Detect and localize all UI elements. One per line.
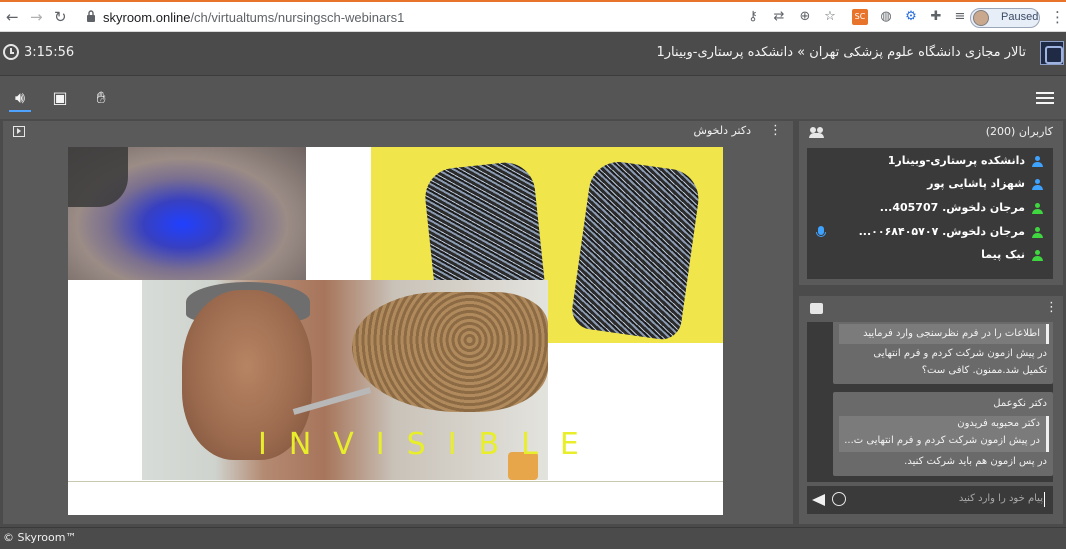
- speaker-active-indicator: [9, 110, 31, 112]
- users-icon: [809, 127, 825, 138]
- chat-message: اطلاعات را در فرم نظرسنجی وارد فرمایید د…: [833, 322, 1053, 384]
- browser-toolbar: ← → ↻ skyroom.online/ch/virtualtums/nurs…: [0, 2, 1066, 32]
- reload-icon[interactable]: ↻: [54, 8, 67, 26]
- footer: © Skyroom™: [0, 527, 1066, 549]
- raise-hand-icon[interactable]: ✋︎: [91, 88, 111, 108]
- browser-menu-icon[interactable]: ⋮: [1050, 8, 1065, 26]
- quote-text: دکتر محبوبه فریدون: [957, 418, 1040, 429]
- presenter-name: دکتر دلخوش: [693, 124, 751, 137]
- message-text: در پس ازمون هم باید شرکت کنید.: [904, 456, 1047, 467]
- user-name: شهزاد پاشایی پور: [927, 177, 1025, 190]
- back-arrow-icon[interactable]: ←: [6, 8, 19, 26]
- chat-input-bar: پیام خود را وارد کنید: [807, 486, 1053, 514]
- user-name: دانشکده پرستاری-وبینار1: [887, 154, 1025, 167]
- address-bar[interactable]: skyroom.online/ch/virtualtums/nursingsch…: [103, 10, 404, 25]
- extension-sc-icon[interactable]: SC: [852, 9, 868, 25]
- chat-message: دکتر نکوعمل دکتر محبوبه فریدون در پیش از…: [833, 392, 1053, 476]
- avatar: [973, 10, 989, 26]
- url-path: /ch/virtualtums/nursingsch-webinars1: [190, 10, 405, 25]
- message-text: تکمیل شد.ممنون. کافی ست؟: [921, 365, 1047, 376]
- chat-input[interactable]: پیام خود را وارد کنید: [959, 493, 1043, 504]
- bookmark-star-icon[interactable]: ☆: [822, 9, 838, 25]
- user-name: مرجان دلخوش. ۰۰۶۸۴۰۵۷۰۷...: [858, 225, 1025, 238]
- chat-panel: ⋮ اطلاعات را در فرم نظرسنجی وارد فرمایید…: [799, 296, 1063, 524]
- quoted-message: دکتر محبوبه فریدون در پیش ازمون شرکت کرد…: [839, 416, 1049, 452]
- user-name: مرجان دلخوش. 405707...: [879, 201, 1025, 214]
- user-icon: [1032, 250, 1043, 262]
- users-count-header: کاربران (200): [985, 125, 1053, 138]
- copyright: © Skyroom™: [3, 531, 77, 544]
- quote-text: در پیش ازمون شرکت کردم و فرم انتهایی ت..…: [844, 435, 1040, 446]
- forward-arrow-icon[interactable]: →: [30, 8, 43, 26]
- user-name: نیک پیما: [981, 248, 1025, 261]
- list-item[interactable]: دانشکده پرستاری-وبینار1: [807, 151, 1053, 173]
- url-host: skyroom.online: [103, 10, 191, 25]
- key-icon[interactable]: ⚷: [745, 9, 761, 25]
- message-author: دکتر نکوعمل: [993, 398, 1047, 409]
- user-icon: [1032, 179, 1043, 191]
- send-icon[interactable]: [812, 494, 825, 506]
- university-logo: [1040, 41, 1064, 65]
- emoji-icon[interactable]: [832, 492, 846, 506]
- user-icon: [1032, 227, 1043, 239]
- clock-icon: [3, 44, 19, 60]
- list-item[interactable]: مرجان دلخوش. ۰۰۶۸۴۰۵۷۰۷...: [807, 222, 1053, 244]
- slide-divider: [68, 481, 723, 482]
- puzzle-icon[interactable]: ✚: [928, 9, 944, 25]
- app-header: 3:15:56 تالار مجازی دانشگاه علوم پزشکی ت…: [0, 33, 1066, 75]
- microphone-icon: [816, 226, 826, 237]
- user-icon: [1032, 203, 1043, 215]
- globe-icon[interactable]: ◍: [878, 9, 894, 25]
- uv-hand-photo: [68, 147, 306, 280]
- panel-menu-icon[interactable]: ⋮: [769, 123, 782, 138]
- text-caret: [1044, 492, 1045, 507]
- extension-gear-icon[interactable]: ⚙: [903, 9, 919, 25]
- chat-icon: [810, 303, 823, 314]
- profile-button[interactable]: Paused: [970, 8, 1040, 28]
- translate-icon[interactable]: ⇄: [771, 9, 787, 25]
- quoted-message: اطلاعات را در فرم نظرسنجی وارد فرمایید: [839, 324, 1049, 344]
- profile-status: Paused: [1001, 11, 1039, 23]
- room-title: تالار مجازی دانشگاه علوم پزشکی تهران » د…: [656, 45, 1027, 60]
- users-list[interactable]: دانشکده پرستاری-وبینار1 شهزاد پاشایی پور…: [807, 148, 1053, 279]
- slide-caption: INVISIBLE: [258, 427, 601, 462]
- user-icon: [1032, 156, 1043, 168]
- zoom-icon[interactable]: ⊕: [797, 9, 813, 25]
- hamburger-menu-icon[interactable]: [1036, 92, 1054, 106]
- list-item[interactable]: نیک پیما: [807, 245, 1053, 267]
- quote-text: اطلاعات را در فرم نظرسنجی وارد فرمایید: [863, 328, 1040, 339]
- media-player-icon[interactable]: ▣: [50, 88, 70, 108]
- chat-messages[interactable]: اطلاعات را در فرم نظرسنجی وارد فرمایید د…: [807, 322, 1053, 482]
- list-item[interactable]: مرجان دلخوش. 405707...: [807, 198, 1053, 220]
- list-item[interactable]: شهزاد پاشایی پور: [807, 174, 1053, 196]
- reading-list-icon[interactable]: ≡: [952, 9, 968, 25]
- message-text: در پیش ازمون شرکت کردم و فرم انتهایی: [873, 348, 1047, 359]
- presentation-mode-icon[interactable]: [13, 126, 25, 137]
- lock-icon[interactable]: [86, 10, 96, 22]
- speaker-icon[interactable]: 🔊︎: [10, 88, 30, 108]
- users-panel: کاربران (200) دانشکده پرستاری-وبینار1 شه…: [799, 121, 1063, 285]
- session-timer: 3:15:56: [24, 45, 75, 60]
- shared-slide: INVISIBLE: [68, 147, 723, 515]
- chat-menu-icon[interactable]: ⋮: [1045, 300, 1058, 315]
- presentation-panel: دکتر دلخوش ⋮ INVISIBLE: [3, 121, 793, 524]
- toolbar: 🔊︎ ▣ ✋︎: [0, 75, 1066, 119]
